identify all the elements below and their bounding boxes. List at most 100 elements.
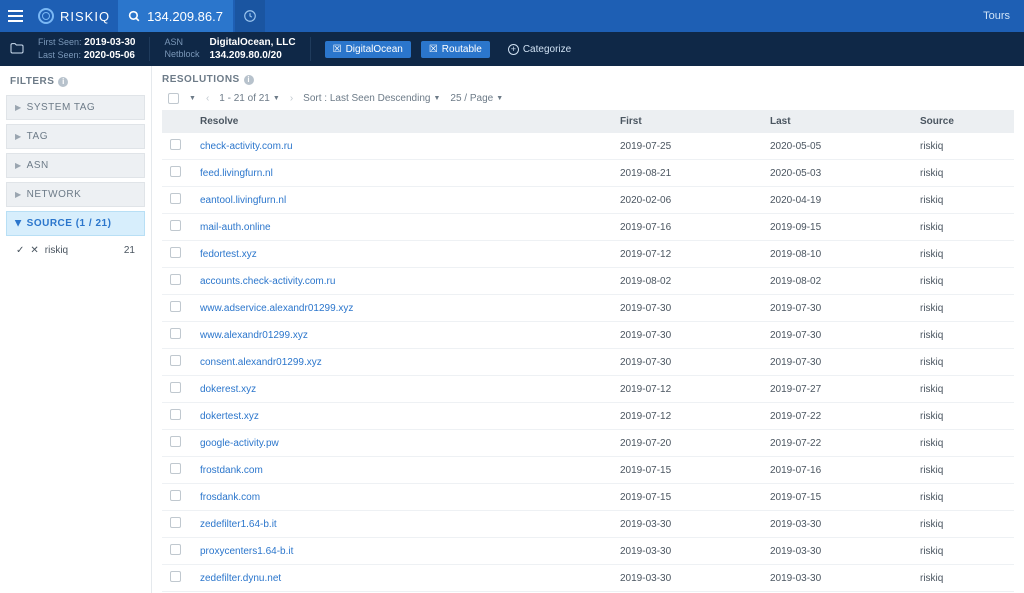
table-row: frosdank.com2019-07-152019-07-15riskiq bbox=[162, 484, 1014, 511]
resolve-link[interactable]: mail-auth.online bbox=[200, 222, 271, 233]
table-row: dokertest.xyz2019-07-122019-07-22riskiq bbox=[162, 403, 1014, 430]
row-checkbox[interactable] bbox=[170, 436, 181, 447]
first-seen: 2019-03-30 bbox=[612, 511, 762, 538]
first-seen: 2019-08-21 bbox=[612, 160, 762, 187]
row-checkbox[interactable] bbox=[170, 328, 181, 339]
resolve-link[interactable]: consent.alexandr01299.xyz bbox=[200, 357, 322, 368]
source: riskiq bbox=[912, 511, 1014, 538]
col-source[interactable]: Source bbox=[912, 110, 1014, 133]
info-icon[interactable]: i bbox=[244, 75, 254, 85]
row-checkbox[interactable] bbox=[170, 463, 181, 474]
first-seen: 2019-07-25 bbox=[612, 133, 762, 160]
resolve-link[interactable]: dokerest.xyz bbox=[200, 384, 256, 395]
table-row: fedortest.xyz2019-07-122019-08-10riskiq bbox=[162, 241, 1014, 268]
row-checkbox[interactable] bbox=[170, 139, 181, 150]
resolve-link[interactable]: google-activity.pw bbox=[200, 438, 279, 449]
table-row: google-activity.pw2019-07-202019-07-22ri… bbox=[162, 430, 1014, 457]
tag-digitalocean[interactable]: ☒DigitalOcean bbox=[325, 41, 411, 58]
source: riskiq bbox=[912, 187, 1014, 214]
table-toolbar: ▼ ‹ 1 - 21 of 21▼ › Sort : Last Seen Des… bbox=[162, 91, 1014, 110]
close-icon[interactable]: ✕ bbox=[30, 245, 38, 256]
resolve-link[interactable]: accounts.check-activity.com.ru bbox=[200, 276, 335, 287]
filter-source[interactable]: ▶SOURCE (1 / 21) bbox=[6, 211, 145, 236]
select-all-checkbox[interactable] bbox=[168, 93, 179, 104]
tours-link[interactable]: Tours bbox=[969, 10, 1024, 22]
sort-dropdown[interactable]: Sort : Last Seen Descending ▼ bbox=[303, 93, 440, 104]
row-checkbox[interactable] bbox=[170, 301, 181, 312]
resolve-link[interactable]: check-activity.com.ru bbox=[200, 141, 293, 152]
col-last[interactable]: Last bbox=[762, 110, 912, 133]
table-row: mail-auth.online2019-07-162019-09-15risk… bbox=[162, 214, 1014, 241]
source-item-riskiq[interactable]: ✓ ✕ riskiq 21 bbox=[6, 240, 145, 261]
menu-button[interactable] bbox=[0, 0, 30, 32]
categorize-button[interactable]: +Categorize bbox=[500, 41, 579, 58]
brand-logo[interactable]: RISKIQ bbox=[30, 8, 118, 24]
source: riskiq bbox=[912, 268, 1014, 295]
row-checkbox[interactable] bbox=[170, 517, 181, 528]
resolve-link[interactable]: eantool.livingfurn.nl bbox=[200, 195, 286, 206]
resolve-link[interactable]: fedortest.xyz bbox=[200, 249, 257, 260]
col-resolve[interactable]: Resolve bbox=[192, 110, 612, 133]
row-checkbox[interactable] bbox=[170, 274, 181, 285]
per-page-dropdown[interactable]: 25 / Page ▼ bbox=[450, 93, 503, 104]
last-seen: 2020-04-19 bbox=[762, 187, 912, 214]
row-checkbox[interactable] bbox=[170, 382, 181, 393]
resolve-link[interactable]: dokertest.xyz bbox=[200, 411, 259, 422]
last-seen: 2019-07-22 bbox=[762, 403, 912, 430]
row-checkbox[interactable] bbox=[170, 409, 181, 420]
filter-asn[interactable]: ▶ASN bbox=[6, 153, 145, 178]
resolve-link[interactable]: frosdank.com bbox=[200, 492, 260, 503]
last-seen: 2019-07-15 bbox=[762, 484, 912, 511]
source: riskiq bbox=[912, 295, 1014, 322]
filters-title: FILTERS i bbox=[6, 74, 145, 95]
last-seen: 2020-05-05 bbox=[762, 133, 912, 160]
resolve-link[interactable]: www.adservice.alexandr01299.xyz bbox=[200, 303, 353, 314]
tag-routable[interactable]: ☒Routable bbox=[421, 41, 490, 58]
resolve-link[interactable]: www.alexandr01299.xyz bbox=[200, 330, 308, 341]
resolve-link[interactable]: zedefilter1.64-b.it bbox=[200, 519, 277, 530]
last-seen: 2019-07-27 bbox=[762, 376, 912, 403]
col-first[interactable]: First bbox=[612, 110, 762, 133]
resolve-link[interactable]: feed.livingfurn.nl bbox=[200, 168, 273, 179]
brand-text: RISKIQ bbox=[60, 9, 110, 24]
project-folder-icon[interactable] bbox=[6, 38, 28, 60]
table-row: zedefilter1.64-b.it2019-03-302019-03-30r… bbox=[162, 511, 1014, 538]
row-checkbox[interactable] bbox=[170, 571, 181, 582]
resolve-link[interactable]: proxycenters1.64-b.it bbox=[200, 546, 293, 557]
metabar: First Seen: 2019-03-30 Last Seen: 2020-0… bbox=[0, 32, 1024, 66]
row-checkbox[interactable] bbox=[170, 490, 181, 501]
search-icon bbox=[128, 10, 141, 23]
resolutions-title: RESOLUTIONS i bbox=[162, 74, 1014, 91]
resolve-link[interactable]: frostdank.com bbox=[200, 465, 263, 476]
chevron-down-icon[interactable]: ▼ bbox=[189, 95, 196, 102]
resolve-link[interactable]: zedefilter.dynu.net bbox=[200, 573, 281, 584]
table-row: zedefilter.dynu.net2019-03-302019-03-30r… bbox=[162, 565, 1014, 592]
history-button[interactable] bbox=[235, 0, 265, 32]
last-seen: 2019-07-30 bbox=[762, 322, 912, 349]
brand-icon bbox=[38, 8, 54, 24]
filter-tag[interactable]: ▶TAG bbox=[6, 124, 145, 149]
prev-page[interactable]: ‹ bbox=[206, 93, 209, 104]
last-seen: 2019-03-30 bbox=[762, 538, 912, 565]
table-row: www.adservice.alexandr01299.xyz2019-07-3… bbox=[162, 295, 1014, 322]
filter-network[interactable]: ▶NETWORK bbox=[6, 182, 145, 207]
first-seen: 2020-02-06 bbox=[612, 187, 762, 214]
row-checkbox[interactable] bbox=[170, 193, 181, 204]
last-seen: 2019-03-30 bbox=[762, 565, 912, 592]
row-checkbox[interactable] bbox=[170, 544, 181, 555]
row-checkbox[interactable] bbox=[170, 166, 181, 177]
filters-sidebar: FILTERS i ▶SYSTEM TAG ▶TAG ▶ASN ▶NETWORK… bbox=[0, 66, 152, 593]
page-range[interactable]: 1 - 21 of 21▼ bbox=[219, 93, 280, 104]
asn-values: DigitalOcean, LLC 134.209.80.0/20 bbox=[209, 37, 295, 61]
next-page[interactable]: › bbox=[290, 93, 293, 104]
row-checkbox[interactable] bbox=[170, 247, 181, 258]
search-box[interactable]: 134.209.86.7 bbox=[118, 0, 233, 32]
source: riskiq bbox=[912, 538, 1014, 565]
info-icon[interactable]: i bbox=[58, 77, 68, 87]
row-checkbox[interactable] bbox=[170, 355, 181, 366]
row-checkbox[interactable] bbox=[170, 220, 181, 231]
source: riskiq bbox=[912, 457, 1014, 484]
resolutions-table: Resolve First Last Source check-activity… bbox=[162, 110, 1014, 593]
filter-system-tag[interactable]: ▶SYSTEM TAG bbox=[6, 95, 145, 120]
source: riskiq bbox=[912, 322, 1014, 349]
